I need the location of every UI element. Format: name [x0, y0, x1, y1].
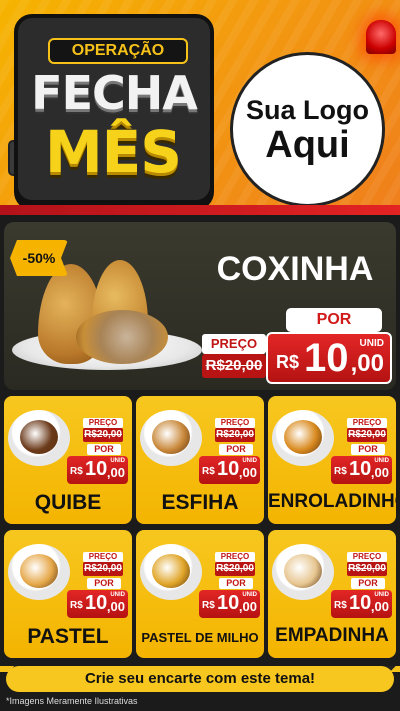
price-currency: R$: [70, 466, 83, 477]
old-price: R$20,00: [347, 562, 387, 576]
logo-line1: Sua Logo: [246, 95, 369, 125]
food-image: [20, 420, 58, 454]
price-integer: 10: [304, 336, 349, 380]
price-unit: UNID: [242, 592, 257, 598]
por-label: POR: [87, 578, 121, 589]
cta-button[interactable]: Crie seu encarte com este tema!: [6, 666, 394, 692]
price-decimal: ,00: [238, 465, 257, 480]
old-price: R$20,00: [202, 354, 266, 378]
price-tag: R$ 10 UNID ,00: [199, 590, 260, 618]
header-banner: OPERAÇÃO FECHA MÊS Sua Logo Aqui: [0, 0, 400, 215]
por-label: POR: [219, 578, 253, 589]
price-unit: UNID: [110, 592, 125, 598]
food-image: [20, 554, 58, 588]
coxinha-image: [76, 310, 168, 364]
price-currency: R$: [202, 600, 215, 611]
por-label: POR: [351, 444, 385, 455]
product-image: [140, 410, 202, 466]
price-currency: R$: [70, 600, 83, 611]
product-name: PASTEL: [27, 625, 109, 648]
price-unit: UNID: [359, 338, 384, 349]
badge-top-label: OPERAÇÃO: [48, 38, 188, 64]
logo-placeholder[interactable]: Sua Logo Aqui: [230, 52, 385, 207]
product-name: ENROLADINHO: [268, 491, 396, 512]
price-unit: UNID: [374, 458, 389, 464]
old-price: R$20,00: [347, 428, 387, 442]
siren-light-icon: [366, 20, 396, 54]
por-label: POR: [286, 308, 382, 332]
product-card[interactable]: PREÇO R$20,00 POR R$ 10 UNID ,00 QUIBE: [4, 396, 132, 524]
por-label: POR: [219, 444, 253, 455]
header-stripe: [0, 205, 400, 215]
product-name: PASTEL DE MILHO: [141, 630, 259, 645]
price-integer: 10: [349, 458, 372, 480]
price-integer: 10: [349, 592, 372, 614]
product-card[interactable]: PREÇO R$20,00 POR R$ 10 UNID ,00 PASTEL …: [136, 530, 264, 658]
preco-label: PREÇO: [202, 334, 266, 354]
price-integer: 10: [85, 592, 108, 614]
price-tag: R$ 10 UNID ,00: [331, 590, 392, 618]
product-grid: PREÇO R$20,00 POR R$ 10 UNID ,00 QUIBE P…: [4, 396, 396, 662]
price-currency: R$: [334, 600, 347, 611]
price-tag: R$ 10 UNID ,00: [266, 332, 392, 384]
old-price: R$20,00: [83, 428, 123, 442]
badge-line1: FECHA: [31, 66, 198, 120]
disclaimer-text: *Imagens Meramente Ilustrativas: [6, 696, 138, 706]
product-name: EMPADINHA: [275, 625, 389, 646]
badge-line2: MÊS: [44, 118, 182, 186]
price-tag: R$ 10 UNID ,00: [67, 590, 128, 618]
old-price: R$20,00: [83, 562, 123, 576]
old-price: R$20,00: [215, 562, 255, 576]
product-name: QUIBE: [34, 491, 102, 514]
price-decimal: ,00: [106, 599, 125, 614]
product-card[interactable]: PREÇO R$20,00 POR R$ 10 UNID ,00 PASTEL: [4, 530, 132, 658]
food-image: [284, 420, 322, 454]
por-label: POR: [351, 578, 385, 589]
preco-label: PREÇO: [347, 552, 387, 562]
price-decimal: ,00: [370, 599, 389, 614]
food-image: [152, 420, 190, 454]
price-currency: R$: [276, 352, 300, 372]
logo-line2: Aqui: [265, 124, 350, 166]
price-integer: 10: [217, 592, 240, 614]
price-decimal: ,00: [106, 465, 125, 480]
price-tag: R$ 10 UNID ,00: [331, 456, 392, 484]
preco-label: PREÇO: [215, 418, 255, 428]
featured-product-card[interactable]: -50% COXINHA POR PREÇO R$20,00 R$ 10 UNI…: [4, 222, 396, 390]
product-image: [272, 544, 334, 600]
campaign-badge: OPERAÇÃO FECHA MÊS: [14, 14, 214, 204]
food-image: [152, 554, 190, 588]
product-image: [140, 544, 202, 600]
product-card[interactable]: PREÇO R$20,00 POR R$ 10 UNID ,00 EMPADIN…: [268, 530, 396, 658]
price-tag: R$ 10 UNID ,00: [67, 456, 128, 484]
preco-label: PREÇO: [83, 552, 123, 562]
discount-badge: -50%: [10, 240, 68, 276]
price-tag: R$ 10 UNID ,00: [199, 456, 260, 484]
price-integer: 10: [217, 458, 240, 480]
price-currency: R$: [202, 466, 215, 477]
featured-product-name: COXINHA: [216, 250, 374, 288]
price-unit: UNID: [242, 458, 257, 464]
price-currency: R$: [334, 466, 347, 477]
product-name: ESFIHA: [161, 491, 239, 514]
price-decimal: ,00: [238, 599, 257, 614]
product-image: [8, 544, 70, 600]
preco-label: PREÇO: [347, 418, 387, 428]
price-unit: UNID: [374, 592, 389, 598]
food-image: [284, 554, 322, 588]
product-card[interactable]: PREÇO R$20,00 POR R$ 10 UNID ,00 ENROLAD…: [268, 396, 396, 524]
old-price: R$20,00: [215, 428, 255, 442]
price-decimal: ,00: [350, 350, 384, 377]
product-card[interactable]: PREÇO R$20,00 POR R$ 10 UNID ,00 ESFIHA: [136, 396, 264, 524]
product-image: [8, 410, 70, 466]
price-integer: 10: [85, 458, 108, 480]
preco-label: PREÇO: [215, 552, 255, 562]
por-label: POR: [87, 444, 121, 455]
price-decimal: ,00: [370, 465, 389, 480]
price-unit: UNID: [110, 458, 125, 464]
product-image: [272, 410, 334, 466]
preco-label: PREÇO: [83, 418, 123, 428]
